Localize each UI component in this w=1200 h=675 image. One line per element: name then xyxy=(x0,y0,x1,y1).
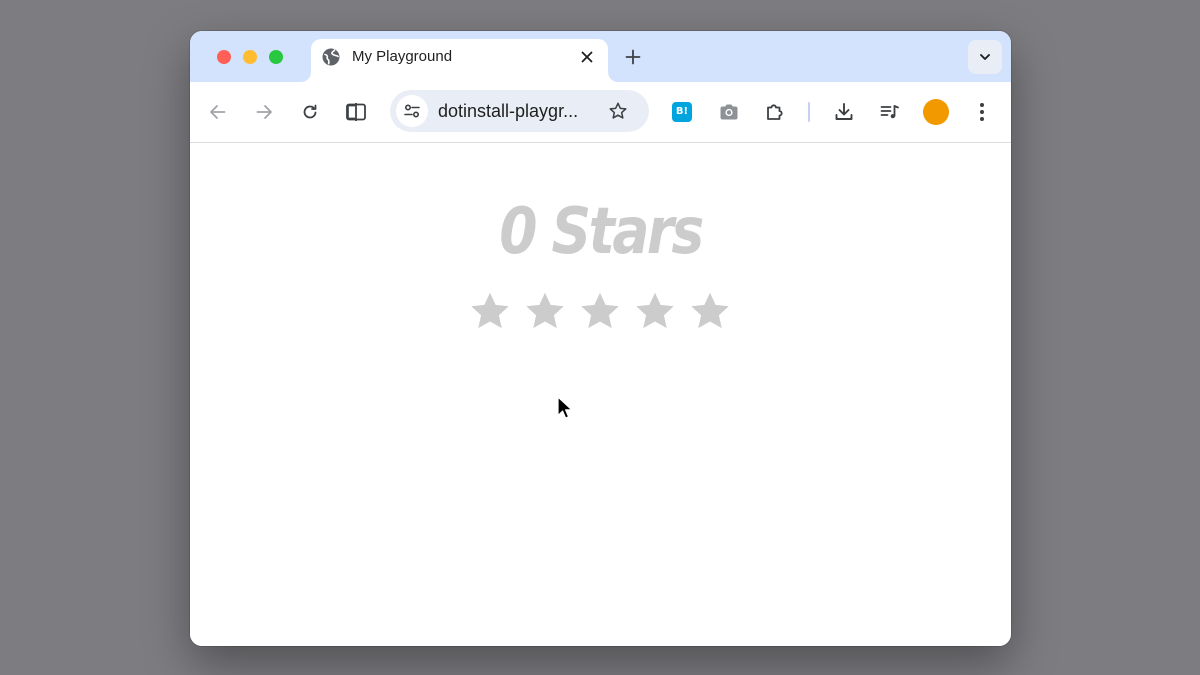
star-2-icon[interactable] xyxy=(524,290,566,332)
arrow-right-icon xyxy=(256,105,272,119)
new-tab-button[interactable] xyxy=(622,46,644,68)
downloads-button[interactable] xyxy=(831,99,857,125)
browser-window: My Playground dotinstall-playgr... B! 0 … xyxy=(190,31,1011,646)
playlist-music-icon xyxy=(880,105,899,119)
star-1-icon[interactable] xyxy=(469,290,511,332)
download-icon xyxy=(835,103,853,120)
window-minimize-button[interactable] xyxy=(243,50,257,64)
extensions-button[interactable] xyxy=(762,99,788,125)
more-vertical-icon xyxy=(980,103,984,121)
screenshot-extension[interactable] xyxy=(716,99,742,125)
window-maximize-button[interactable] xyxy=(269,50,283,64)
split-view-button[interactable] xyxy=(343,99,369,125)
reload-icon xyxy=(303,104,317,119)
toolbar-separator xyxy=(808,102,810,122)
browser-toolbar: dotinstall-playgr... B! xyxy=(190,82,1011,143)
close-tab-icon[interactable] xyxy=(577,47,597,67)
tab-search-button[interactable] xyxy=(968,40,1002,74)
bookmark-star-icon[interactable] xyxy=(606,99,630,123)
media-controls-button[interactable] xyxy=(877,99,903,125)
star-5-icon[interactable] xyxy=(689,290,731,332)
arrow-left-icon xyxy=(210,105,226,119)
tab-my-playground[interactable]: My Playground xyxy=(311,39,608,82)
split-view-icon xyxy=(346,103,366,121)
profile-button[interactable] xyxy=(923,99,949,125)
window-close-button[interactable] xyxy=(217,50,231,64)
chevron-down-icon xyxy=(980,54,990,60)
plus-icon xyxy=(625,49,641,65)
camera-icon xyxy=(720,104,738,120)
reload-button[interactable] xyxy=(297,99,323,125)
star-4-icon[interactable] xyxy=(634,290,676,332)
forward-button[interactable] xyxy=(251,99,277,125)
browser-menu-button[interactable] xyxy=(969,99,995,125)
mouse-cursor-icon xyxy=(557,396,573,419)
page-content: 0 Stars xyxy=(190,143,1011,646)
rating-title: 0 Stars xyxy=(499,195,704,269)
avatar xyxy=(923,99,949,125)
tab-title: My Playground xyxy=(352,48,453,65)
site-info-icon[interactable] xyxy=(396,95,428,127)
hatena-bookmark-extension[interactable]: B! xyxy=(669,99,695,125)
globe-icon xyxy=(322,48,340,66)
url-text[interactable]: dotinstall-playgr... xyxy=(438,101,578,121)
star-3-icon[interactable] xyxy=(579,290,621,332)
back-button[interactable] xyxy=(205,99,231,125)
puzzle-icon xyxy=(767,104,783,120)
tab-strip: My Playground xyxy=(190,31,1011,82)
star-rating[interactable] xyxy=(469,290,733,334)
address-bar[interactable]: dotinstall-playgr... xyxy=(390,90,649,132)
hatena-bookmark-icon: B! xyxy=(672,102,692,122)
